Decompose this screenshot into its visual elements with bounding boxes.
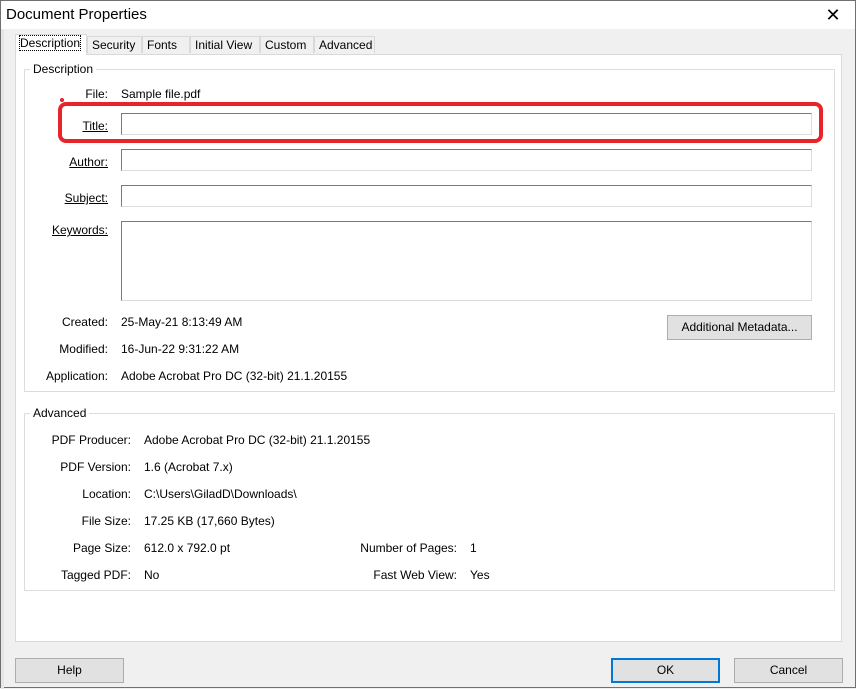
modified-label: Modified: [59,342,108,356]
keywords-label: Keywords: [51,223,108,237]
page-size-value: 612.0 x 792.0 pt [144,541,231,555]
title-bar: Document Properties ✕ [1,1,855,29]
pdf-producer-label: PDF Producer: [51,433,131,447]
created-label: Created: [61,315,108,329]
file-label: File: [85,87,108,101]
file-size-value: 17.25 KB (17,660 Bytes) [144,514,275,528]
document-properties-dialog: Document Properties ✕ Description Securi… [0,0,856,689]
cancel-button[interactable]: Cancel [734,658,843,683]
number-of-pages-label: Number of Pages: [360,541,457,555]
tab-fonts[interactable]: Fonts [142,36,190,53]
fast-web-view-label: Fast Web View: [373,568,457,582]
window-title: Document Properties [6,6,147,23]
tagged-pdf-value: No [144,568,160,582]
author-label: Author: [69,155,108,169]
tab-custom[interactable]: Custom [260,36,314,53]
keywords-field[interactable] [121,221,812,301]
location-label: Location: [82,487,131,501]
pdf-producer-value: Adobe Acrobat Pro DC (32-bit) 21.1.20155 [144,433,371,447]
application-label: Application: [45,369,108,383]
created-value: 25-May-21 8:13:49 AM [121,315,243,329]
close-icon[interactable]: ✕ [811,1,855,29]
tab-panel: Description File: Sample file.pdf Title:… [15,54,842,642]
tab-initial-view[interactable]: Initial View [190,36,260,53]
title-field[interactable] [121,113,812,135]
tab-advanced[interactable]: Advanced [314,36,375,53]
modified-value: 16-Jun-22 9:31:22 AM [121,342,240,356]
subject-field[interactable] [121,185,812,207]
pdf-version-value: 1.6 (Acrobat 7.x) [144,460,233,474]
file-size-label: File Size: [81,514,131,528]
tagged-pdf-label: Tagged PDF: [60,568,131,582]
tab-description[interactable]: Description [15,34,87,55]
annotation-dot [60,98,64,102]
description-group-title: Description [30,62,97,76]
subject-label: Subject: [64,191,108,205]
page-size-label: Page Size: [72,541,131,555]
file-value: Sample file.pdf [121,87,201,101]
application-value: Adobe Acrobat Pro DC (32-bit) 21.1.20155 [121,369,348,383]
ok-button[interactable]: OK [611,658,720,683]
help-button[interactable]: Help [15,658,124,683]
additional-metadata-button[interactable]: Additional Metadata... [667,315,812,340]
advanced-group-title: Advanced [30,406,90,420]
window-edge [1,29,4,689]
pdf-version-label: PDF Version: [60,460,131,474]
number-of-pages-value: 1 [470,541,477,555]
tab-security[interactable]: Security [87,36,142,53]
location-value: C:\Users\GiladD\Downloads\ [144,487,297,501]
title-label: Title: [82,119,108,133]
author-field[interactable] [121,149,812,171]
fast-web-view-value: Yes [470,568,490,582]
